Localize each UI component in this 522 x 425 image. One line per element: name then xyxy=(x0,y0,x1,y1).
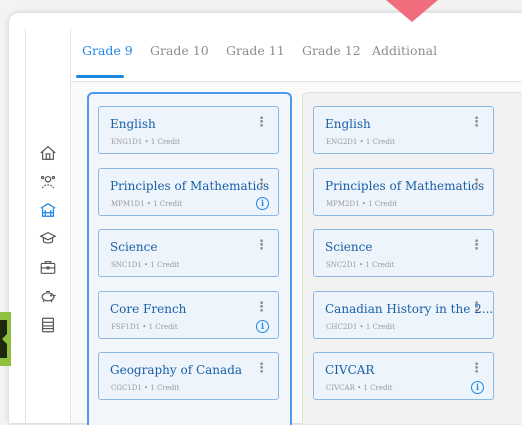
more-options-icon[interactable]: ⋮ xyxy=(470,301,483,314)
briefcase-icon[interactable] xyxy=(38,257,58,277)
course-card[interactable]: Science SNC2D1 • 1 Credit ⋮ xyxy=(313,229,494,277)
course-card[interactable]: Core French FSF1D1 • 1 Credit ⋮ i xyxy=(98,291,279,339)
more-options-icon[interactable]: ⋮ xyxy=(255,178,268,191)
more-options-icon[interactable]: ⋮ xyxy=(470,362,483,375)
course-code: CIVCAR • 1 Credit xyxy=(326,384,393,392)
active-tab-indicator xyxy=(76,75,124,78)
school-building-icon[interactable] xyxy=(38,200,58,220)
course-code: MPM2D1 • 1 Credit xyxy=(326,200,398,208)
course-card[interactable]: English ENG2D1 • 1 Credit ⋮ xyxy=(313,106,494,154)
course-card[interactable]: CIVCAR CIVCAR • 1 Credit ⋮ i xyxy=(313,352,494,400)
sidebar-rail xyxy=(26,29,71,423)
pointer-arrow xyxy=(386,0,438,22)
course-title: Science xyxy=(325,240,373,254)
more-options-icon[interactable]: ⋮ xyxy=(255,301,268,314)
course-code: ENG2D1 • 1 Credit xyxy=(326,138,395,146)
course-code: SNC1D1 • 1 Credit xyxy=(111,261,180,269)
course-title: English xyxy=(325,117,371,131)
course-code: MPM1D1 • 1 Credit xyxy=(111,200,183,208)
people-icon[interactable] xyxy=(38,172,58,192)
piggy-bank-icon[interactable] xyxy=(38,286,58,306)
tab-grade-12[interactable]: Grade 12 xyxy=(302,43,361,58)
course-code: SNC2D1 • 1 Credit xyxy=(326,261,395,269)
course-title: CIVCAR xyxy=(325,363,375,377)
course-code: FSF1D1 • 1 Credit xyxy=(111,323,178,331)
grade-10-column: English ENG2D1 • 1 Credit ⋮ Principles o… xyxy=(302,92,522,424)
course-code: CGC1D1 • 1 Credit xyxy=(111,384,180,392)
tab-grade-10[interactable]: Grade 10 xyxy=(150,43,209,58)
course-title: Geography of Canada xyxy=(110,363,243,377)
course-planner: Grade 9 Grade 10 Grade 11 Grade 12 Addit… xyxy=(25,29,522,425)
more-options-icon[interactable]: ⋮ xyxy=(255,116,268,129)
course-card[interactable]: Science SNC1D1 • 1 Credit ⋮ xyxy=(98,229,279,277)
graduation-cap-icon[interactable] xyxy=(38,228,58,248)
more-options-icon[interactable]: ⋮ xyxy=(470,116,483,129)
home-icon[interactable] xyxy=(38,143,58,163)
course-card[interactable]: English ENG1D1 • 1 Credit ⋮ xyxy=(98,106,279,154)
more-options-icon[interactable]: ⋮ xyxy=(255,239,268,252)
course-title: Science xyxy=(110,240,158,254)
tab-additional[interactable]: Additional xyxy=(372,43,437,58)
more-options-icon[interactable]: ⋮ xyxy=(470,239,483,252)
info-icon[interactable]: i xyxy=(471,381,484,394)
tab-grade-11[interactable]: Grade 11 xyxy=(226,43,285,58)
course-card[interactable]: Principles of Mathematics MPM1D1 • 1 Cre… xyxy=(98,168,279,216)
info-icon[interactable]: i xyxy=(256,197,269,210)
course-card[interactable]: Canadian History in the 2... CHC2D1 • 1 … xyxy=(313,291,494,339)
course-code: ENG1D1 • 1 Credit xyxy=(111,138,180,146)
grade-tabs: Grade 9 Grade 10 Grade 11 Grade 12 Addit… xyxy=(71,29,522,82)
info-icon[interactable]: i xyxy=(256,320,269,333)
grade-9-column: English ENG1D1 • 1 Credit ⋮ Principles o… xyxy=(87,92,292,425)
course-card[interactable]: Principles of Mathematics MPM2D1 • 1 Cre… xyxy=(313,168,494,216)
course-title: Principles of Mathematics xyxy=(325,179,485,193)
course-title: Canadian History in the 2... xyxy=(325,302,494,316)
course-title: Core French xyxy=(110,302,187,316)
side-tab-arrow-icon xyxy=(2,334,7,344)
course-card[interactable]: Geography of Canada CGC1D1 • 1 Credit ⋮ xyxy=(98,352,279,400)
tab-grade-9[interactable]: Grade 9 xyxy=(82,43,133,58)
more-options-icon[interactable]: ⋮ xyxy=(470,178,483,191)
course-title: English xyxy=(110,117,156,131)
course-code: CHC2D1 • 1 Credit xyxy=(326,323,395,331)
more-options-icon[interactable]: ⋮ xyxy=(255,362,268,375)
course-title: Principles of Mathematics xyxy=(110,179,270,193)
notebook-icon[interactable] xyxy=(38,315,58,335)
